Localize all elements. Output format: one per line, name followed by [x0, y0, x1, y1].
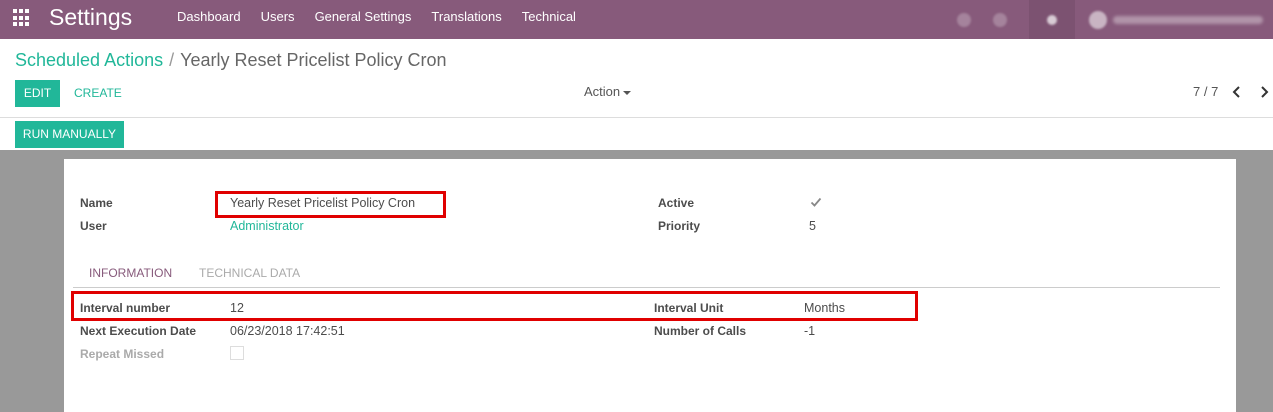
debug-menu-button[interactable]	[1029, 0, 1075, 39]
interval-number-field[interactable]: 12	[230, 301, 244, 315]
chat-icon[interactable]	[957, 12, 971, 27]
repeat-missed-label: Repeat Missed	[80, 347, 165, 361]
avatar	[1089, 10, 1107, 29]
caret-down-icon	[623, 90, 632, 95]
breadcrumb: Scheduled Actions / Yearly Reset Pricelist…	[15, 50, 447, 71]
action-dropdown-label: Action	[584, 84, 621, 99]
pager-previous-icon[interactable]	[1230, 85, 1244, 99]
pager-value[interactable]: 7 / 7	[1193, 84, 1218, 99]
priority-label: Priority	[658, 219, 701, 233]
control-panel-divider	[0, 117, 1273, 118]
interval-unit-field[interactable]: Months	[804, 301, 845, 315]
pager-next-icon[interactable]	[1257, 85, 1271, 99]
user-menu[interactable]	[1089, 10, 1263, 29]
number-of-calls-label: Number of Calls	[654, 324, 747, 338]
repeat-missed-checkbox[interactable]	[230, 346, 244, 360]
breadcrumb-current-record: Yearly Reset Pricelist Policy Cron	[180, 50, 447, 70]
create-button[interactable]: CREATE	[74, 80, 122, 107]
menu-item-general-settings[interactable]: General Settings	[305, 0, 422, 39]
top-navbar: Settings Dashboard Users General Setting…	[0, 0, 1273, 39]
interval-unit-label: Interval Unit	[654, 301, 724, 315]
breadcrumb-separator: /	[169, 50, 175, 70]
breadcrumb-scheduled-actions[interactable]: Scheduled Actions	[15, 50, 163, 70]
action-dropdown[interactable]: Action	[584, 84, 632, 99]
next-execution-date-field[interactable]: 06/23/2018 17:42:51	[230, 324, 345, 338]
name-field[interactable]: Yearly Reset Pricelist Policy Cron	[230, 196, 415, 210]
user-name-blurred	[1113, 15, 1263, 24]
edit-button[interactable]: EDIT	[15, 80, 60, 107]
number-of-calls-field[interactable]: -1	[804, 324, 815, 338]
priority-field[interactable]: 5	[809, 219, 816, 233]
tab-information[interactable]: INFORMATION	[80, 266, 181, 288]
app-title: Settings	[49, 4, 133, 30]
user-field-link[interactable]: Administrator	[230, 219, 304, 233]
tab-technical-data[interactable]: TECHNICAL DATA	[199, 266, 300, 280]
activity-icon[interactable]	[993, 12, 1007, 27]
run-manually-button[interactable]: RUN MANUALLY	[15, 121, 124, 148]
systray	[957, 0, 1273, 39]
main-menu: Dashboard Users General Settings Transla…	[167, 0, 586, 39]
menu-item-translations[interactable]: Translations	[421, 0, 511, 39]
tabs-divider	[73, 287, 1220, 288]
interval-number-label: Interval number	[80, 301, 171, 315]
menu-item-dashboard[interactable]: Dashboard	[167, 0, 251, 39]
checkmark-icon	[810, 197, 822, 207]
name-label: Name	[80, 196, 113, 210]
active-label: Active	[658, 196, 695, 210]
apps-menu-icon[interactable]	[13, 9, 31, 27]
bug-icon	[1047, 14, 1057, 25]
next-execution-date-label: Next Execution Date	[80, 324, 197, 338]
menu-item-technical[interactable]: Technical	[512, 0, 586, 39]
user-label: User	[80, 219, 107, 233]
menu-item-users[interactable]: Users	[251, 0, 305, 39]
active-checkbox[interactable]	[809, 195, 823, 209]
